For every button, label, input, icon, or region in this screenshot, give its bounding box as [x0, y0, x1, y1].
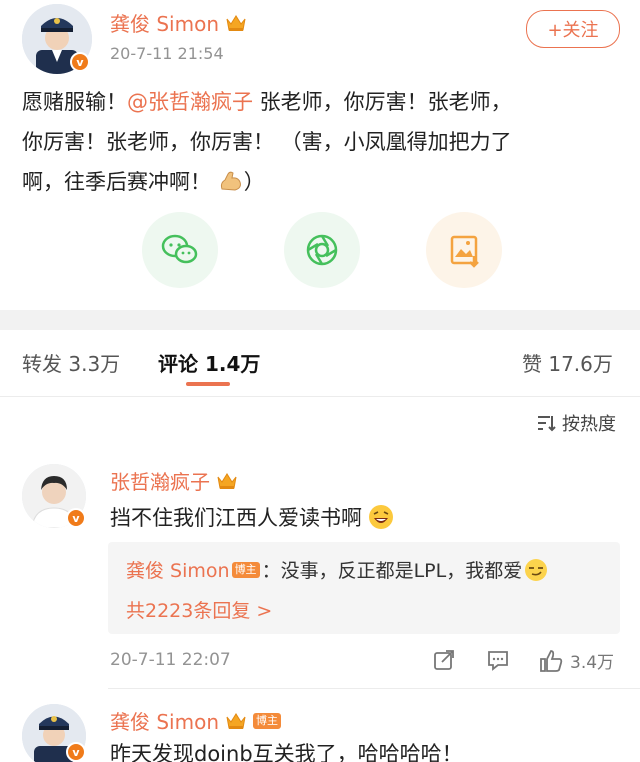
comment-timestamp: 20-7-11 22:07: [110, 650, 231, 670]
save-image-icon: [450, 235, 479, 268]
verified-badge: v: [66, 742, 86, 762]
smirk-emoji-icon: [525, 558, 548, 581]
follow-button[interactable]: +关注: [526, 10, 620, 48]
flexed-biceps-icon: [220, 171, 241, 191]
comment-text: 昨天发现doinb互关我了，哈哈哈哈！: [110, 742, 463, 762]
comment-separator: [108, 688, 640, 689]
tab-repost-label: 转发: [22, 352, 62, 376]
post-line-2: 你厉害！张老师，你厉害！ （害，小凤凰得加把力了: [22, 130, 512, 154]
reply-text-content: ：没事，反正都是LPL，我都爱: [261, 560, 523, 582]
like-count: 3.4万: [570, 653, 615, 673]
tab-repost-count: 3.3万: [68, 352, 121, 376]
post-line-1: 愿赌服输！@张哲瀚疯子 张老师，你厉害！张老师，: [22, 82, 622, 122]
sort-button[interactable]: 按热度: [536, 410, 616, 436]
blogger-tag: 博主: [253, 712, 282, 729]
verified-badge: v: [70, 52, 90, 72]
tab-likes-label: 赞: [522, 352, 542, 376]
crown-icon: [226, 14, 246, 31]
post-text-line3-end: ）: [243, 170, 265, 194]
crown-icon: [217, 472, 237, 489]
reply-author-name[interactable]: 龚俊 Simon: [126, 556, 230, 583]
crown-icon: [226, 712, 246, 729]
comment-author-name[interactable]: 龚俊 Simon: [110, 706, 219, 735]
sort-label: 按热度: [562, 414, 616, 435]
comment-icon: [488, 651, 508, 671]
tab-likes-count: 17.6万: [548, 352, 613, 376]
active-tab-indicator: [186, 382, 230, 386]
repost-comment-button[interactable]: [432, 648, 456, 672]
share-moments-button[interactable]: [284, 212, 360, 288]
post-text-prefix: 愿赌服输！: [22, 90, 127, 114]
tab-likes[interactable]: 赞 17.6万: [522, 348, 613, 377]
comment-author-name[interactable]: 张哲瀚疯子: [110, 466, 210, 495]
comment-text-content: 挡不住我们江西人爱读书啊: [110, 506, 362, 530]
sort-icon: [538, 416, 556, 432]
reply-comment-button[interactable]: [486, 648, 510, 672]
save-image-button[interactable]: [426, 212, 502, 288]
comment-text: 挡不住我们江西人爱读书啊: [110, 502, 394, 532]
tabs-bottom-border: [0, 396, 640, 397]
moments-icon: [306, 234, 338, 266]
post-line-3: 啊，往季后赛冲啊！ ）: [22, 162, 622, 202]
share-wechat-button[interactable]: [142, 212, 218, 288]
tab-repost[interactable]: 转发 3.3万: [22, 348, 120, 377]
wechat-icon: [161, 234, 198, 264]
post-text-line1: 张老师，你厉害！张老师，: [253, 90, 512, 114]
tab-comments-label: 评论: [158, 352, 198, 376]
laughing-emoji-icon: [369, 505, 393, 529]
section-divider: [0, 310, 640, 330]
post-timestamp: 20-7-11 21:54: [110, 44, 224, 63]
post-body: 愿赌服输！@张哲瀚疯子 张老师，你厉害！张老师， 你厉害！张老师，你厉害！ （害…: [22, 82, 622, 202]
mention-link[interactable]: @张哲瀚疯子: [127, 90, 253, 114]
blogger-tag: 博主: [231, 561, 260, 578]
share-out-icon: [434, 650, 454, 670]
thumbs-up-icon: [540, 649, 563, 672]
post-author-name[interactable]: 龚俊 Simon: [110, 8, 219, 37]
tab-comments[interactable]: 评论 1.4万: [158, 348, 260, 377]
verified-badge: v: [66, 508, 86, 528]
post-text-line3: 啊，往季后赛冲啊！: [22, 170, 211, 194]
tab-comments-count: 1.4万: [204, 352, 261, 376]
like-comment-button[interactable]: 3.4万: [538, 648, 614, 673]
more-replies-link[interactable]: 共2223条回复 >: [126, 596, 272, 623]
reply-line: 龚俊 Simon 博主 ：没事，反正都是LPL，我都爱: [126, 556, 548, 583]
